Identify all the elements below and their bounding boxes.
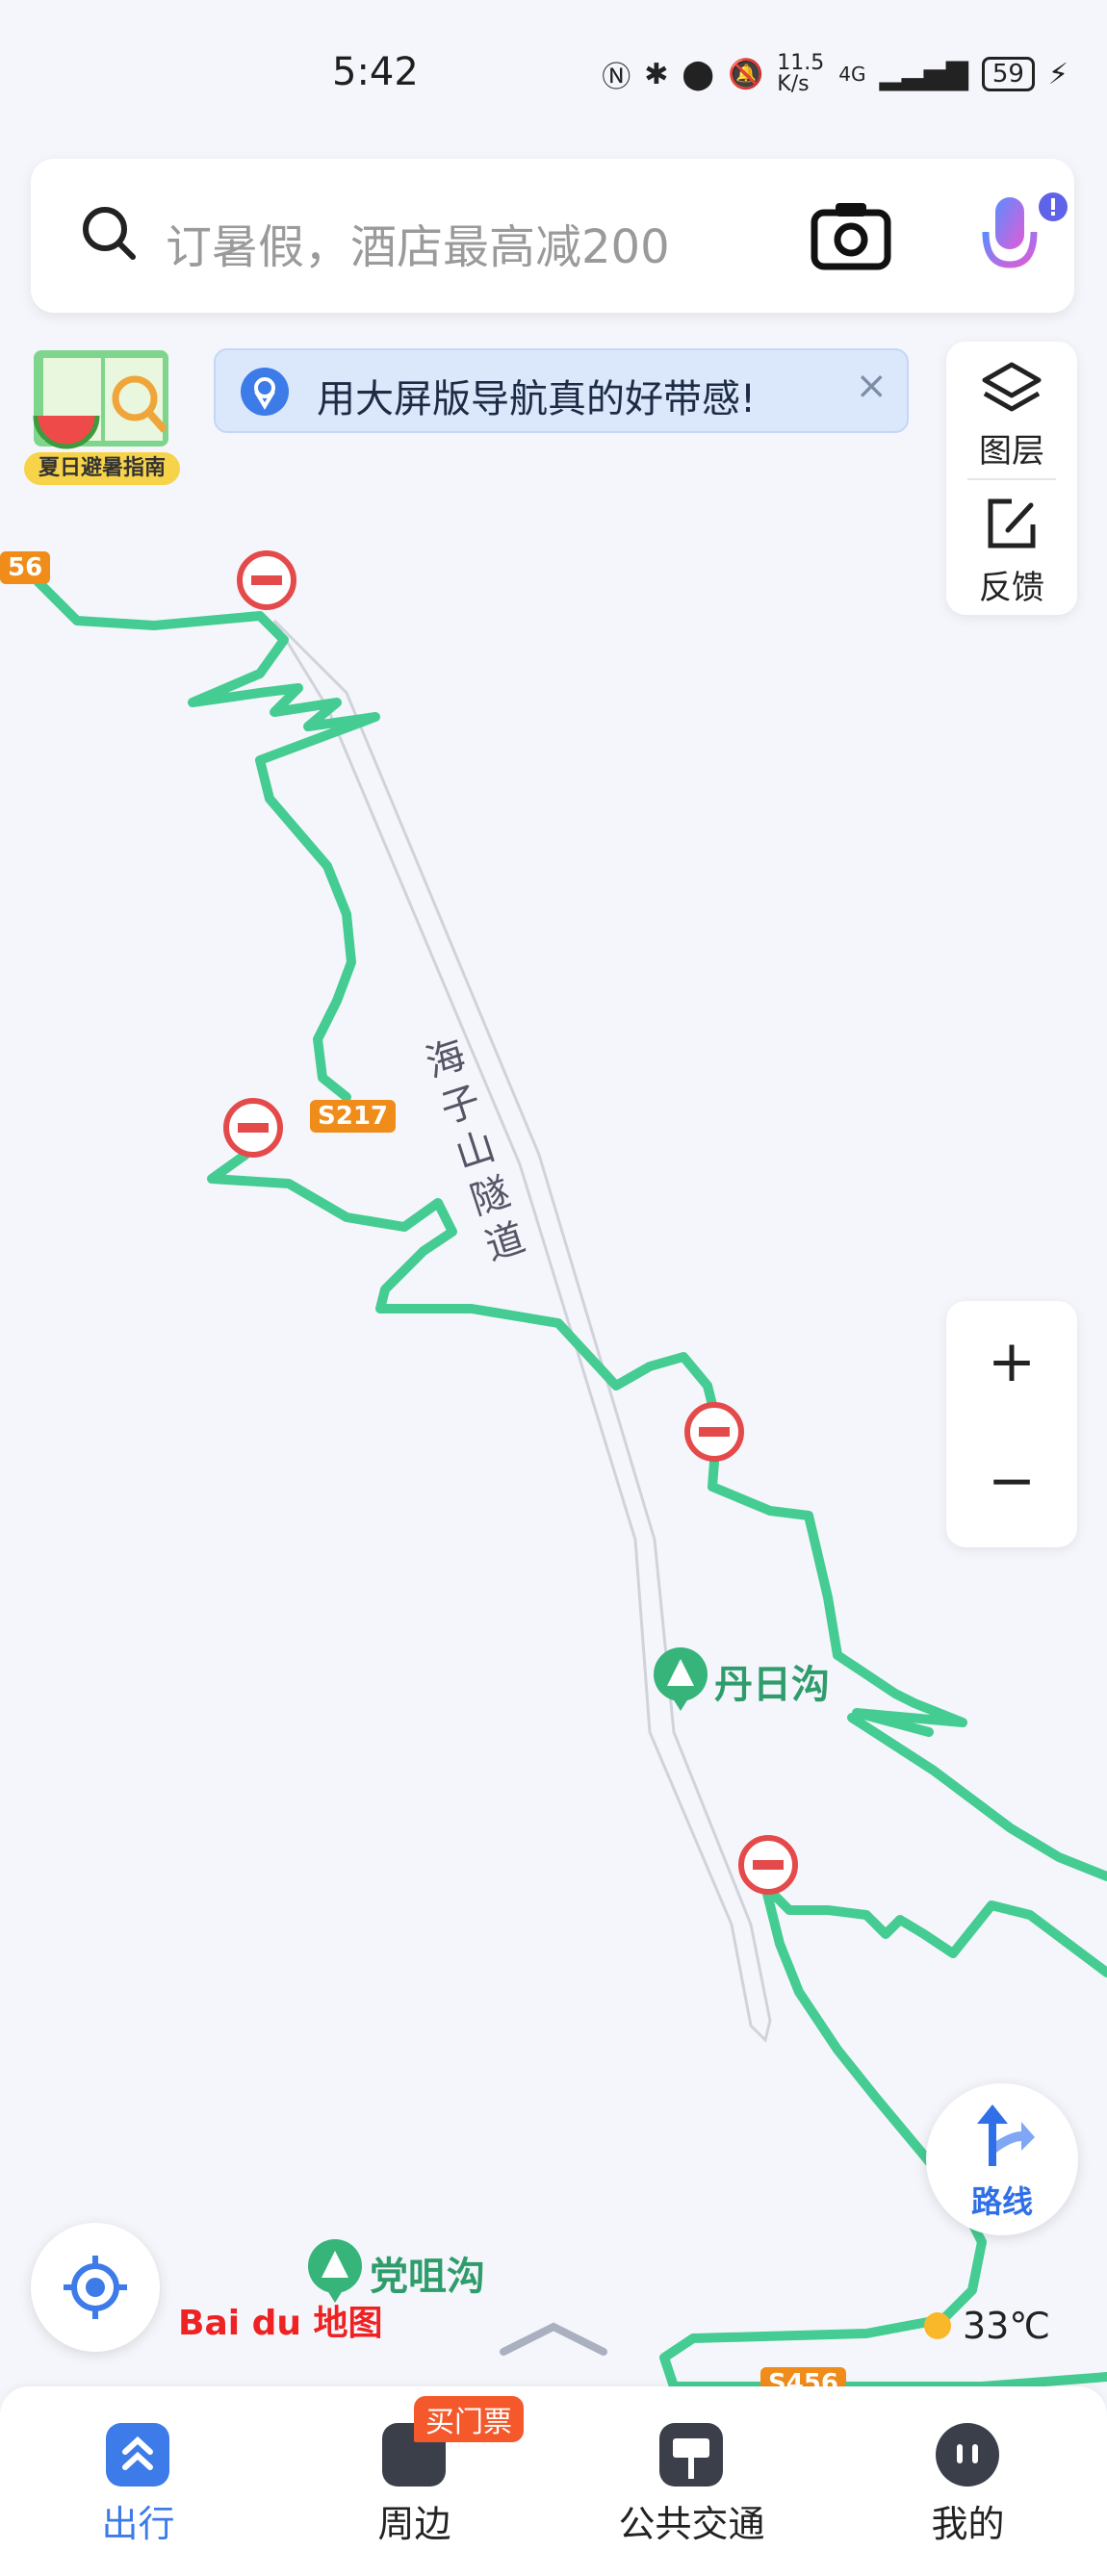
- closure-icon: [684, 1402, 744, 1462]
- profile-icon: [936, 2423, 999, 2487]
- chevron-up-icon[interactable]: [496, 2319, 611, 2358]
- road-shield: S217: [310, 1100, 396, 1133]
- baidu-map-logo: Bai du 地图: [178, 2304, 383, 2343]
- map-tools-panel: 图层 反馈: [946, 342, 1077, 615]
- nav-label: 出行: [101, 2503, 175, 2545]
- poi-pin-icon: [308, 2239, 362, 2303]
- ticket-badge[interactable]: 买门票: [414, 2396, 524, 2442]
- poi-label[interactable]: 丹日沟: [714, 1653, 830, 1709]
- search-bar[interactable]: 订暑假，酒店最高减200: [31, 159, 1074, 313]
- feedback-label: 反馈: [979, 569, 1044, 607]
- voice-mic-icon[interactable]: [965, 190, 1070, 286]
- bottom-nav: 出行 周边 公共交通 我的: [0, 2386, 1107, 2576]
- zoom-out-button[interactable]: −: [946, 1447, 1077, 1515]
- layers-icon: [982, 362, 1042, 412]
- charging-icon: ⚡: [1047, 57, 1068, 91]
- closure-icon: [237, 550, 296, 610]
- camera-icon[interactable]: [811, 199, 891, 270]
- search-icon: [83, 207, 136, 260]
- net-speed: 11.5 K/s: [777, 51, 825, 96]
- bluetooth-icon: ✱: [644, 57, 669, 91]
- close-icon[interactable]: ×: [855, 364, 888, 408]
- temperature: 33℃: [963, 2305, 1051, 2347]
- battery-indicator: 59: [981, 57, 1035, 91]
- nav-mine[interactable]: 我的: [830, 2386, 1106, 2576]
- locate-icon: [64, 2256, 127, 2319]
- poi-label[interactable]: 党咀沟: [370, 2245, 485, 2301]
- notice-banner[interactable]: 用大屏版导航真的好带感! ×: [214, 348, 909, 433]
- location-icon: ⬤: [682, 57, 714, 91]
- divider: [967, 478, 1056, 480]
- route-button[interactable]: 路线: [926, 2083, 1078, 2235]
- search-input[interactable]: 订暑假，酒店最高减200: [166, 209, 670, 276]
- signal-icon: ▂▃▅▇: [879, 57, 968, 91]
- closure-icon: [738, 1835, 798, 1895]
- edit-icon: [988, 498, 1036, 548]
- nfc-icon: Ⓝ: [602, 61, 631, 94]
- bus-stop-icon: [659, 2423, 723, 2487]
- nav-label: 我的: [931, 2503, 1005, 2545]
- status-icons: Ⓝ ✱ ⬤ 🔕 11.5 K/s 4G ▂▃▅▇ 59 ⚡: [602, 53, 1068, 95]
- guide-book-icon: [33, 350, 168, 449]
- nav-transit[interactable]: 公共交通: [554, 2386, 830, 2576]
- mute-icon: 🔕: [727, 57, 764, 91]
- layers-button[interactable]: 图层: [946, 361, 1077, 472]
- road-shield: 56: [0, 551, 51, 584]
- zoom-in-button[interactable]: +: [946, 1328, 1077, 1395]
- route-label: 路线: [970, 2183, 1033, 2220]
- route-segment-3: [847, 1713, 1107, 1881]
- route-segment-2: [207, 1150, 967, 1737]
- zoom-controls: + −: [946, 1301, 1077, 1547]
- route-arrow-icon: [977, 2104, 1035, 2166]
- location-pin-icon: [241, 368, 289, 416]
- sun-icon: [924, 2312, 951, 2339]
- summer-guide-label[interactable]: 夏日避暑指南: [24, 452, 180, 485]
- route-segment-4: [760, 1881, 1107, 1977]
- layers-label: 图层: [979, 432, 1044, 471]
- signal-label: 4G: [838, 63, 866, 86]
- weather-widget[interactable]: 33℃: [924, 2305, 1050, 2347]
- locate-button[interactable]: [31, 2223, 160, 2352]
- poi-pin-icon: [654, 1647, 708, 1711]
- travel-icon: [106, 2423, 169, 2487]
- tunnel-road: [272, 619, 772, 2043]
- nav-travel[interactable]: 出行: [0, 2386, 276, 2576]
- route-segment-1: [14, 558, 380, 1102]
- status-time: 5:42: [332, 50, 419, 94]
- nav-label: 公共交通: [618, 2503, 765, 2545]
- feedback-button[interactable]: 反馈: [946, 496, 1077, 608]
- nav-label: 周边: [377, 2503, 451, 2545]
- closure-icon: [223, 1098, 283, 1158]
- notice-text[interactable]: 用大屏版导航真的好带感!: [317, 368, 756, 423]
